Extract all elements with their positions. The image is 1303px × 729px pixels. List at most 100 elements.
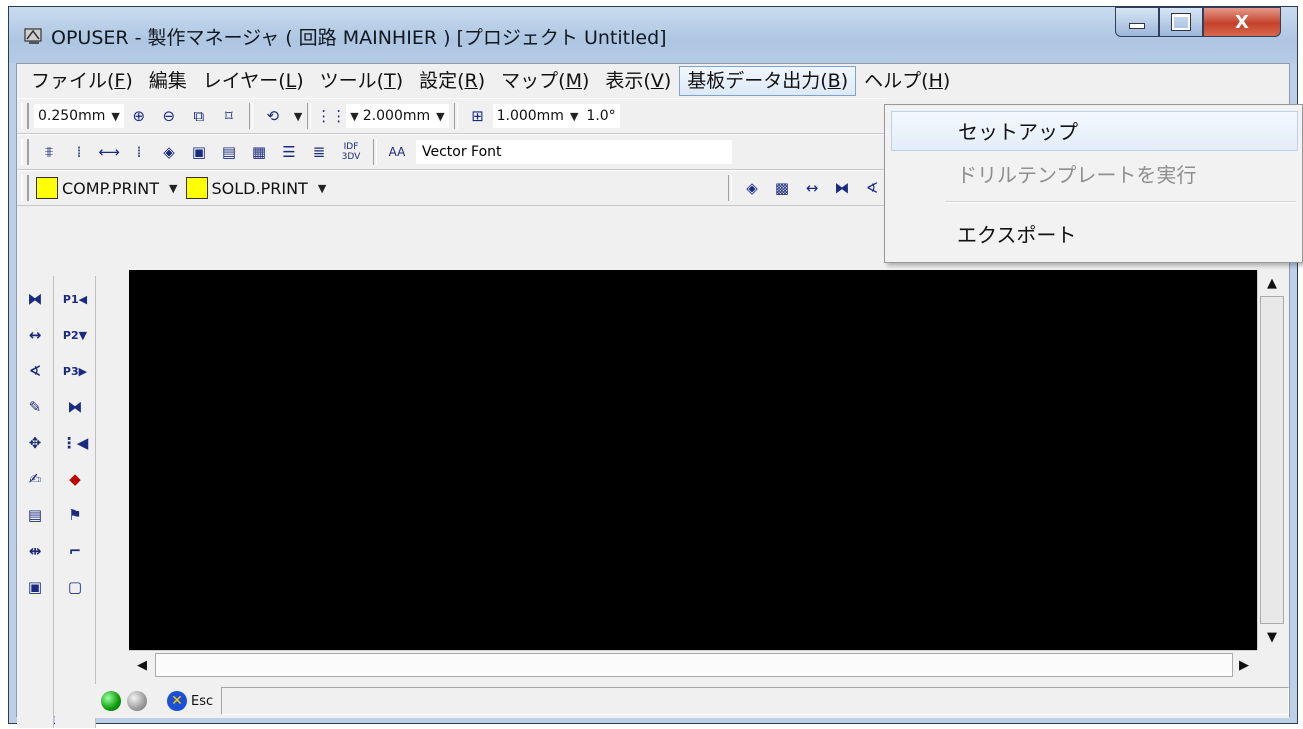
angle-measure-icon[interactable]: ∢	[860, 176, 884, 200]
scroll-up-icon[interactable]: ▲	[1259, 270, 1285, 296]
menu-layer-key: L	[285, 70, 297, 92]
move-text-icon[interactable]: ✥	[22, 430, 48, 456]
box-tool-icon[interactable]: ▢	[62, 574, 88, 600]
toolbar-grip[interactable]	[21, 103, 29, 129]
maximize-button[interactable]	[1159, 7, 1203, 37]
menu-item-setup[interactable]: セットアップ	[891, 111, 1298, 151]
zoom-window-icon[interactable]: ⧉	[187, 104, 211, 128]
menu-view-label: 表示(	[605, 70, 651, 92]
grid-icon[interactable]: ⋮⋮	[316, 104, 346, 128]
zoom-fit-icon[interactable]: ⌑	[217, 104, 241, 128]
scroll-left-icon[interactable]: ◀	[129, 652, 155, 678]
point3-label: P3	[62, 364, 79, 378]
minimize-button[interactable]	[1115, 7, 1159, 37]
angle-measure-icon[interactable]: ∢	[22, 358, 48, 384]
layers-color-icon[interactable]: ≣	[307, 140, 331, 164]
close-button[interactable]: X	[1203, 7, 1281, 37]
line-width-combo[interactable]: 0.250mm ▼	[34, 104, 124, 128]
menu-settings[interactable]: 設定(R)	[411, 66, 493, 96]
menu-board-output[interactable]: 基板データ出力(B)	[679, 66, 857, 96]
dimension-icon[interactable]: ⇹	[22, 538, 48, 564]
horizontal-scrollbar[interactable]: ◀ ▶	[129, 650, 1257, 679]
toolbar-grip[interactable]	[21, 139, 29, 165]
scroll-down-icon[interactable]: ▼	[1259, 624, 1285, 650]
layer2-name[interactable]: SOLD.PRINT	[212, 179, 308, 198]
menu-layer-tail: )	[296, 70, 304, 92]
status-message-pane	[221, 687, 1289, 715]
toolbar-grip[interactable]	[21, 175, 29, 201]
point2-icon[interactable]: P2 ▼	[62, 322, 88, 348]
hatch-icon[interactable]: ▩	[770, 176, 794, 200]
vertical-scrollbar[interactable]: ▲ ▼	[1257, 270, 1286, 650]
corner-tool-icon[interactable]: ⌐	[62, 538, 88, 564]
menu-layer[interactable]: レイヤー(L)	[195, 66, 312, 96]
menu-tools[interactable]: ツール(T)	[312, 66, 411, 96]
edit-text-icon[interactable]: ✍	[22, 466, 48, 492]
point2-label: P2	[62, 328, 79, 342]
distance-icon[interactable]: ↔	[22, 322, 48, 348]
document-icon[interactable]: ▤	[22, 502, 48, 528]
zoom-out-icon[interactable]: ⊖	[157, 104, 181, 128]
menu-help[interactable]: ヘルプ(H)	[856, 66, 958, 96]
crossing-icon[interactable]: ⧓	[22, 286, 48, 312]
distance-icon[interactable]: ↔	[800, 176, 824, 200]
toolbar-separator	[248, 103, 253, 129]
menu-tools-tail: )	[395, 70, 404, 92]
dimension-icon[interactable]: ⟷	[97, 140, 121, 164]
angle-value: 1.0°	[586, 108, 616, 124]
properties-icon[interactable]: ▣	[22, 574, 48, 600]
drawing-canvas[interactable]	[129, 270, 1257, 650]
text-block-icon[interactable]: ▤	[217, 140, 241, 164]
menu-map[interactable]: マップ(M)	[493, 66, 597, 96]
left-toolbar-1: ⧓ ↔ ∢ ✎ ✥ ✍ ▤ ⇹ ▣	[17, 276, 54, 728]
layer1-name[interactable]: COMP.PRINT	[62, 179, 159, 198]
layer2-color-swatch	[185, 177, 208, 199]
escape-label: Esc	[191, 693, 214, 709]
board-icon[interactable]: ▣	[187, 140, 211, 164]
edit-notes-icon[interactable]: ✎	[22, 394, 48, 420]
chevron-down-icon: ▼	[436, 109, 445, 123]
menu-edit[interactable]: 編集	[141, 66, 195, 96]
zoom-in-icon[interactable]: ⊕	[127, 104, 151, 128]
maximize-icon	[1172, 14, 1190, 30]
crossing-icon[interactable]: ⧓	[830, 176, 854, 200]
snap-value: 1.000mm	[496, 108, 564, 124]
pad-array-icon[interactable]: ⁞	[67, 140, 91, 164]
font-size-icon[interactable]: AA	[385, 140, 409, 164]
flag-icon[interactable]: ⚑	[62, 502, 88, 528]
grid-combo[interactable]: ▼ 2.000mm ▼	[346, 104, 449, 128]
redraw-icon[interactable]: ⟲	[261, 104, 285, 128]
horizontal-scroll-thumb[interactable]	[155, 653, 1233, 677]
toolbar-separator	[728, 175, 732, 201]
vertical-scroll-thumb[interactable]	[1260, 296, 1284, 624]
fill-area-icon[interactable]: ◈	[740, 176, 764, 200]
route-icon[interactable]: ⩨	[37, 140, 61, 164]
fill-area-icon[interactable]: ◈	[157, 140, 181, 164]
title-bar[interactable]: OPUSER - 製作マネージャ ( 回路 MAINHIER ) [プロジェクト…	[9, 7, 1297, 63]
menu-view[interactable]: 表示(V)	[597, 66, 679, 96]
escape-icon[interactable]: ✕	[167, 691, 187, 711]
scroll-right-icon[interactable]: ▶	[1231, 652, 1257, 678]
menu-item-export[interactable]: エクスポート	[891, 215, 1298, 255]
snap-grid-icon[interactable]: ⊞	[466, 104, 490, 128]
toolbar-separator	[373, 139, 377, 165]
menu-settings-tail: )	[477, 70, 486, 92]
menu-item-run-drill-template[interactable]: ドリルテンプレートを実行	[891, 155, 1298, 195]
angle-combo[interactable]: 1.0°	[582, 104, 620, 128]
pad-grid-icon[interactable]: ⁞	[127, 140, 151, 164]
point1-icon[interactable]: P1 ◀	[62, 286, 88, 312]
font-name-field[interactable]: Vector Font	[416, 140, 732, 164]
crossing-delete-icon[interactable]: ⧓	[62, 394, 88, 420]
menu-tools-key: T	[384, 70, 396, 92]
grid-arrow-icon[interactable]: ⋮◀	[62, 430, 89, 456]
chevron-down-icon[interactable]: ▼	[318, 182, 326, 195]
menu-file[interactable]: ファイル(F)	[23, 66, 141, 96]
snap-combo[interactable]: 1.000mm ▼	[492, 104, 583, 128]
pin-icon[interactable]: ◆	[62, 466, 88, 492]
chevron-down-icon[interactable]: ▼	[169, 182, 177, 195]
idf-export-icon[interactable]: IDF 3DV	[337, 140, 365, 164]
image-icon[interactable]: ▦	[247, 140, 271, 164]
point3-icon[interactable]: P3 ▶	[62, 358, 88, 384]
list-icon[interactable]: ☰	[277, 140, 301, 164]
chevron-down-icon[interactable]: ▼	[294, 110, 302, 123]
